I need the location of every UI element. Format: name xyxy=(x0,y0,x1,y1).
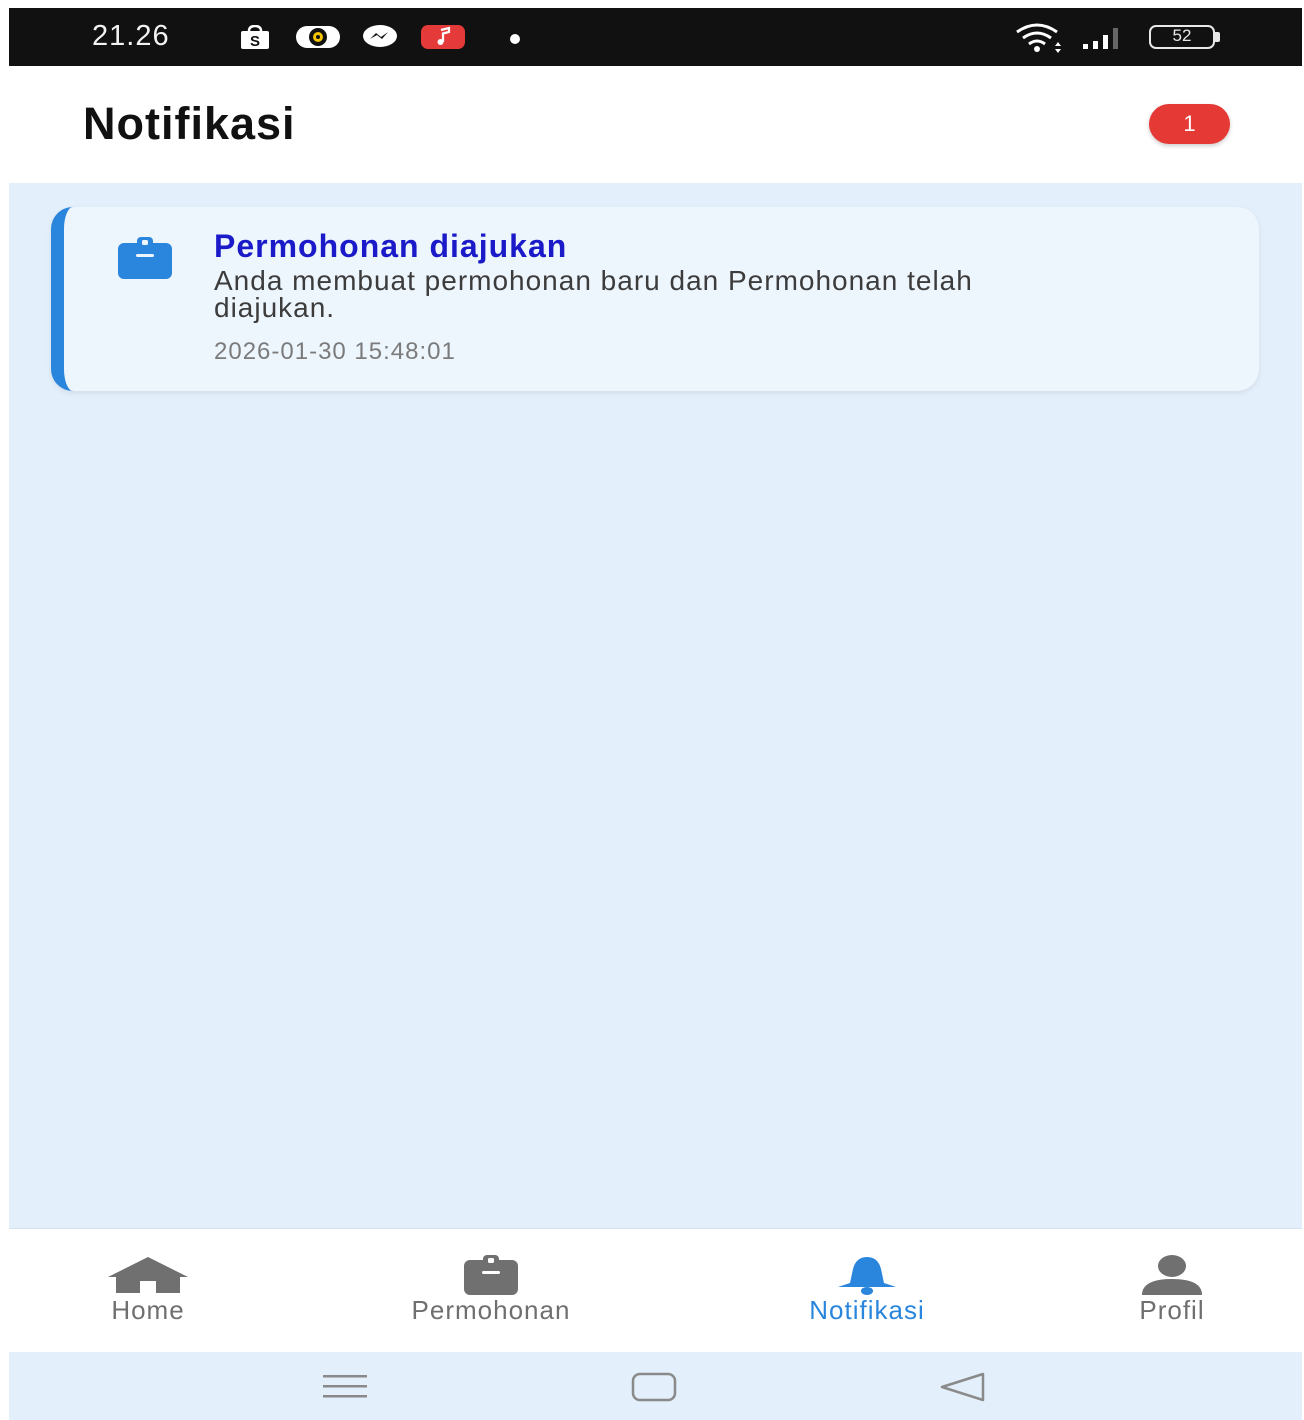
battery-level: 52 xyxy=(1172,26,1192,45)
nav-label-notifikasi: Notifikasi xyxy=(809,1295,925,1325)
nav-label-permohonan: Permohonan xyxy=(411,1295,571,1325)
clipboard-icon xyxy=(464,1255,518,1295)
home-icon xyxy=(108,1257,188,1293)
back-icon[interactable] xyxy=(939,1372,987,1402)
bell-icon xyxy=(838,1257,896,1295)
wifi-icon xyxy=(1016,23,1061,53)
menu-icon[interactable] xyxy=(321,1370,369,1402)
shop-icon: S xyxy=(241,25,269,49)
nav-item-permohonan[interactable]: Permohonan xyxy=(351,1229,631,1353)
home-square-icon[interactable] xyxy=(631,1372,677,1402)
nav-item-notifikasi[interactable]: Notifikasi xyxy=(757,1229,977,1353)
person-icon xyxy=(1142,1255,1202,1295)
notification-title: Permohonan diajukan xyxy=(214,228,568,264)
clipboard-icon xyxy=(118,237,172,279)
status-bar: 21.26 S 52 xyxy=(9,8,1302,66)
svg-text:S: S xyxy=(250,33,260,49)
nav-label-home: Home xyxy=(111,1295,185,1325)
phone-screen: 21.26 S 52 Notifikasi 1 Permohonan diaju… xyxy=(9,8,1302,1420)
notification-count-badge[interactable]: 1 xyxy=(1149,104,1230,144)
status-time: 21.26 xyxy=(92,20,170,52)
system-navigation-bar xyxy=(9,1352,1302,1420)
notification-message: Anda membuat permohonan baru dan Permoho… xyxy=(214,265,973,323)
nav-item-profil[interactable]: Profil xyxy=(1107,1229,1237,1353)
nav-label-profil: Profil xyxy=(1139,1295,1205,1325)
messenger-icon xyxy=(363,25,397,47)
signal-icon xyxy=(1083,28,1118,49)
disc-icon xyxy=(296,26,340,48)
notification-timestamp: 2026-01-30 15:48:01 xyxy=(214,338,456,365)
dot-icon xyxy=(510,34,520,44)
music-icon xyxy=(421,25,465,49)
notification-card[interactable]: Permohonan diajukan Anda membuat permoho… xyxy=(51,207,1259,391)
nav-item-home[interactable]: Home xyxy=(73,1229,223,1353)
battery-icon: 52 xyxy=(1149,25,1221,49)
app-header: Notifikasi 1 xyxy=(9,66,1302,183)
bottom-navigation: Home Permohonan Notifikasi Profil xyxy=(9,1228,1302,1352)
page-title: Notifikasi xyxy=(83,98,296,149)
